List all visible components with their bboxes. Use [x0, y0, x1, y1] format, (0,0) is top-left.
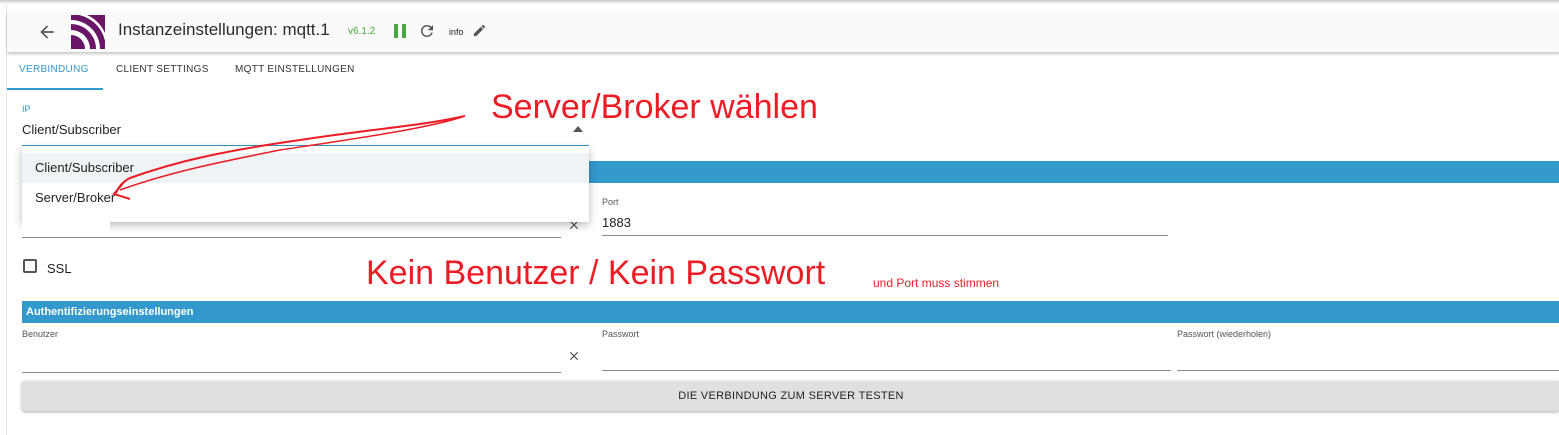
tab-verbindung[interactable]: VERBINDUNG [19, 64, 89, 75]
test-connection-button[interactable]: DIE VERBINDUNG ZUM SERVER TESTEN [22, 381, 1559, 411]
ip-select-value[interactable]: Client/Subscriber [22, 122, 121, 137]
active-tab-indicator [7, 88, 103, 90]
auth-section-bar: Authentifizierungseinstellungen [22, 301, 1559, 323]
reload-icon[interactable] [418, 22, 436, 40]
settings-panel: Instanzeinstellungen: mqtt.1 v6.1.2 info… [6, 4, 1559, 435]
header-toolbar: Instanzeinstellungen: mqtt.1 v6.1.2 info [7, 12, 1559, 52]
instance-settings-page: Instanzeinstellungen: mqtt.1 v6.1.2 info… [0, 0, 1559, 435]
port-input[interactable]: 1883 [602, 215, 631, 230]
ip-dropdown-menu: Client/Subscriber Server/Broker [22, 146, 589, 222]
dropdown-option-server-broker[interactable]: Server/Broker [22, 183, 589, 213]
annotation-port-hint: und Port muss stimmen [873, 276, 1000, 290]
dropdown-option-client-subscriber[interactable]: Client/Subscriber [22, 153, 589, 183]
info-link[interactable]: info [449, 27, 464, 37]
page-title: Instanzeinstellungen: mqtt.1 [118, 20, 330, 39]
auth-section-title: Authentifizierungseinstellungen [26, 306, 194, 318]
ssl-label: SSL [47, 261, 72, 276]
back-arrow-icon[interactable] [37, 22, 57, 42]
password-label: Passwort [602, 329, 640, 339]
annotation-select-hint: Server/Broker wählen [491, 88, 818, 126]
password-repeat-label: Passwort (wiederholen) [1177, 329, 1272, 339]
mqtt-logo-icon [69, 15, 105, 51]
password-underline [602, 370, 1171, 371]
ssl-checkbox[interactable] [23, 259, 37, 273]
user-underline [22, 372, 561, 373]
ip-label: IP [22, 104, 31, 114]
dropdown-gap [22, 222, 110, 232]
user-label: Benutzer [22, 329, 59, 339]
clear-icon[interactable] [567, 349, 581, 363]
annotation-auth-hint: Kein Benutzer / Kein Passwort [366, 254, 826, 292]
tab-client-settings[interactable]: CLIENT SETTINGS [116, 64, 209, 75]
version-badge: v6.1.2 [348, 26, 376, 37]
password-repeat-underline [1177, 370, 1559, 371]
tab-mqtt-einstellungen[interactable]: MQTT EINSTELLUNGEN [235, 64, 355, 75]
port-underline [602, 235, 1168, 236]
port-label: Port [602, 197, 619, 207]
edit-pencil-icon[interactable] [472, 23, 487, 38]
host-field-underline [22, 237, 561, 238]
pause-icon[interactable] [393, 23, 407, 39]
